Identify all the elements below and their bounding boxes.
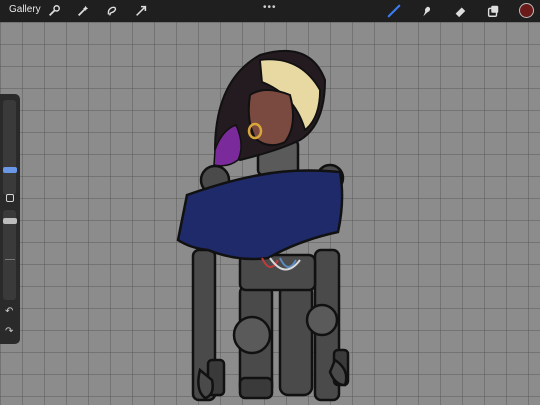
opacity-handle[interactable] [3, 218, 17, 224]
slider-divider [5, 259, 15, 261]
transform-arrow-icon[interactable] [133, 3, 149, 19]
brush-size-handle[interactable] [3, 167, 17, 173]
brush-size-slider[interactable] [3, 100, 16, 195]
gallery-button[interactable]: Gallery [9, 4, 41, 15]
brush-icon[interactable] [386, 3, 402, 19]
redo-icon[interactable]: ↷ [5, 326, 13, 337]
canvas-artwork [176, 49, 350, 402]
top-toolbar: Gallery ••• [0, 0, 540, 22]
selection-icon[interactable] [104, 3, 120, 19]
layers-icon[interactable] [485, 3, 501, 19]
eyedropper-square-icon[interactable] [6, 194, 14, 202]
eraser-icon[interactable] [452, 3, 468, 19]
wrench-icon[interactable] [46, 3, 62, 19]
color-picker-button[interactable] [519, 3, 534, 18]
smudge-icon[interactable] [418, 3, 434, 19]
more-menu[interactable]: ••• [263, 2, 277, 13]
magic-wand-icon[interactable] [75, 3, 91, 19]
undo-icon[interactable]: ↶ [5, 306, 13, 317]
left-sidebar: ↶ ↷ [0, 94, 20, 344]
